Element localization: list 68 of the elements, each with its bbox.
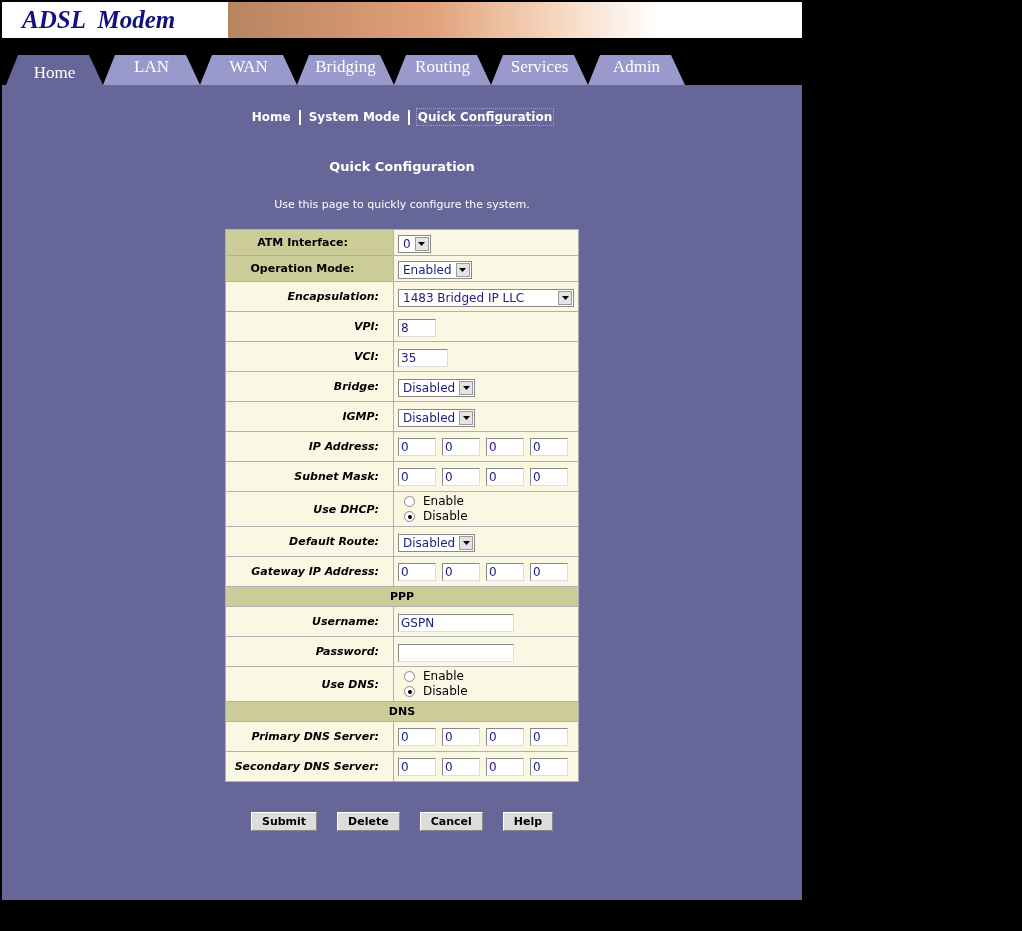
field-label: Use DHCP: [225,491,394,527]
ip-octet-field[interactable]: 0 [442,727,480,746]
radio-label: Enable [423,669,464,684]
ip-octet-field[interactable]: 0 [442,562,480,581]
field-label: VCI: [225,341,394,372]
ip-octet-field[interactable]: 0 [398,437,436,456]
input-field[interactable]: 8 [398,318,436,337]
ip-octet-field[interactable]: 0 [398,757,436,776]
input-field[interactable] [398,643,514,662]
nav-tab[interactable]: Home [6,55,103,85]
logo-text: ADSL Modem [19,5,177,35]
page-description: Use this page to quickly configure the system. [274,198,530,211]
field-label: Primary DNS Server: [225,721,394,752]
dropdown[interactable]: 1483 Bridged IP LLC [398,288,574,307]
ip-octet-field[interactable]: 0 [442,757,480,776]
page-title: Quick Configuration [329,159,475,174]
radio-button[interactable] [404,686,415,697]
dropdown[interactable]: Disabled [398,408,476,427]
ip-octet-field[interactable]: 0 [530,727,568,746]
radio-button[interactable] [404,671,415,682]
field-label: IP Address: [225,431,394,462]
field-label: Operation Mode: [225,255,394,282]
ip-octet-field[interactable]: 0 [442,437,480,456]
dropdown[interactable]: Disabled [398,533,476,552]
form-button[interactable]: Help [502,812,554,831]
radio-button[interactable] [404,496,415,507]
ip-octet-field[interactable]: 0 [486,757,524,776]
field-label: Secondary DNS Server: [225,751,394,782]
breadcrumb-link[interactable]: Home [249,108,293,126]
ip-octet-field[interactable]: 0 [398,727,436,746]
field-label: VPI: [225,311,394,342]
ip-octet-field[interactable]: 0 [486,437,524,456]
dropdown[interactable]: Enabled [398,260,472,279]
field-label: IGMP: [225,401,394,432]
radio-label: Enable [423,494,464,509]
ip-octet-field[interactable]: 0 [398,467,436,486]
field-label: Gateway IP Address: [225,556,394,587]
dropdown[interactable]: 0 [398,234,431,253]
ip-octet-field[interactable]: 0 [486,562,524,581]
field-label: Encapsulation: [225,281,394,312]
ip-octet-field[interactable]: 0 [530,467,568,486]
ip-octet-field[interactable]: 0 [530,757,568,776]
breadcrumb-link[interactable]: Quick Configuration [415,108,555,126]
dropdown[interactable]: Disabled [398,378,476,397]
ip-octet-field[interactable]: 0 [442,467,480,486]
ip-octet-field[interactable]: 0 [530,437,568,456]
input-field[interactable]: 35 [398,348,448,367]
ip-octet-field[interactable]: 0 [486,727,524,746]
form-button[interactable]: Cancel [419,812,483,831]
field-label: ATM Interface: [225,229,394,256]
radio-label: Disable [423,509,468,524]
ip-octet-field[interactable]: 0 [398,562,436,581]
field-label: Password: [225,636,394,667]
field-label: Default Route: [225,526,394,557]
field-label: Username: [225,606,394,637]
input-field[interactable]: GSPN [398,613,514,632]
ip-octet-field[interactable]: 0 [530,562,568,581]
field-label: Subnet Mask: [225,461,394,492]
section-header: DNS [225,701,579,722]
form-button[interactable]: Submit [250,812,318,831]
radio-label: Disable [423,684,468,699]
field-label: Use DNS: [225,666,394,702]
ip-octet-field[interactable]: 0 [486,467,524,486]
section-header: PPP [225,586,579,607]
radio-button[interactable] [404,511,415,522]
form-button[interactable]: Delete [337,812,400,831]
field-label: Bridge: [225,371,394,402]
breadcrumb-link[interactable]: System Mode [306,108,402,126]
